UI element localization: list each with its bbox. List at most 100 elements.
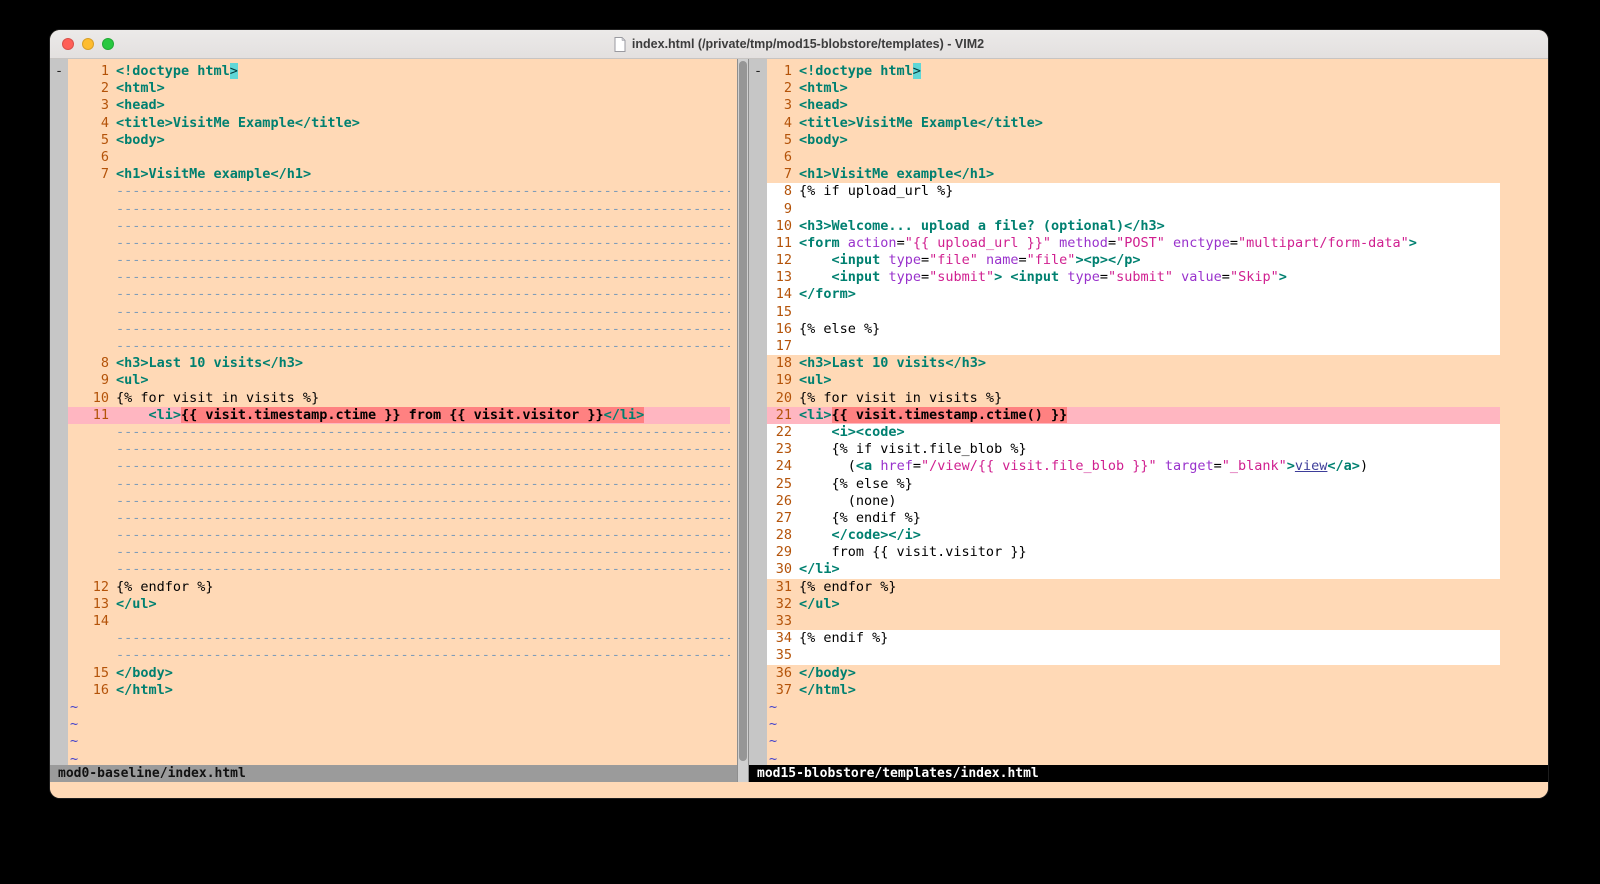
code-line[interactable]: 3<head> — [767, 97, 1500, 114]
token: </body> — [799, 665, 856, 681]
code-line[interactable]: 31{% endfor %} — [767, 579, 1500, 596]
code-line[interactable]: 17 — [767, 338, 1500, 355]
line-text: <body> — [799, 132, 1500, 149]
code-line[interactable]: 13 <input type="submit"> <input type="su… — [767, 269, 1500, 286]
code-line[interactable]: 34{% endif %} — [767, 630, 1500, 647]
token: </ul> — [116, 596, 157, 612]
token: name — [986, 252, 1019, 268]
buffer-left[interactable]: - 1<!doctype html>2<html>3<head>4<title>… — [50, 59, 737, 765]
vertical-scrollbar[interactable] — [737, 59, 749, 782]
line-number — [68, 510, 116, 527]
code-line[interactable]: 11 <li>{{ visit.timestamp.ctime }} from … — [68, 407, 730, 424]
code-line[interactable]: 22 <i><code> — [767, 424, 1500, 441]
code-line[interactable]: 5<body> — [767, 132, 1500, 149]
code-line[interactable]: 14</form> — [767, 286, 1500, 303]
diff-filler-line: ----------------------------------------… — [68, 527, 730, 544]
line-number — [68, 218, 116, 235]
token: Last 10 visits — [149, 355, 263, 371]
code-line[interactable]: 24 (<a href="/view/{{ visit.file_blob }}… — [767, 458, 1500, 475]
token: > — [913, 63, 921, 79]
filler-dashes: ----------------------------------------… — [116, 493, 730, 510]
tilde-marker: ~ — [767, 733, 777, 750]
code-line[interactable]: 1<!doctype html> — [68, 63, 730, 80]
diff-filler-line: ----------------------------------------… — [68, 183, 730, 200]
code-line[interactable]: 7<h1>VisitMe example</h1> — [767, 166, 1500, 183]
code-line[interactable]: 32</ul> — [767, 596, 1500, 613]
code-line[interactable]: 2<html> — [767, 80, 1500, 97]
code-line[interactable]: 36</body> — [767, 665, 1500, 682]
code-line[interactable]: 6 — [68, 149, 730, 166]
code-line[interactable]: 1<!doctype html> — [767, 63, 1500, 80]
empty-buffer-line: ~ — [68, 751, 730, 766]
code-line[interactable]: 35 — [767, 647, 1500, 664]
line-number — [68, 321, 116, 338]
code-line[interactable]: 25 {% else %} — [767, 476, 1500, 493]
code-line[interactable]: 10{% for visit in visits %} — [68, 390, 730, 407]
code-line[interactable]: 8{% if upload_url %} — [767, 183, 1500, 200]
window-titlebar[interactable]: index.html (/private/tmp/mod15-blobstore… — [50, 30, 1548, 59]
code-line[interactable]: 16{% else %} — [767, 321, 1500, 338]
token: </a> — [1327, 458, 1360, 474]
line-number — [68, 647, 116, 664]
code-line[interactable]: 20{% for visit in visits %} — [767, 390, 1500, 407]
code-line[interactable]: 9 — [767, 201, 1500, 218]
token: <form — [799, 235, 840, 251]
code-line[interactable]: 2<html> — [68, 80, 730, 97]
code-line[interactable]: 26 (none) — [767, 493, 1500, 510]
code-line[interactable]: 10<h3>Welcome... upload a file? (optiona… — [767, 218, 1500, 235]
fold-column-left[interactable]: - — [50, 59, 68, 765]
line-number: 34 — [767, 630, 799, 647]
code-line[interactable]: 6 — [767, 149, 1500, 166]
code-line[interactable]: 29 from {{ visit.visitor }} — [767, 544, 1500, 561]
code-line[interactable]: 18<h3>Last 10 visits</h3> — [767, 355, 1500, 372]
line-number — [68, 561, 116, 578]
code-line[interactable]: 15 — [767, 304, 1500, 321]
code-line[interactable]: 30</li> — [767, 561, 1500, 578]
line-text: <h1>VisitMe example</h1> — [116, 166, 730, 183]
filler-dashes: ----------------------------------------… — [116, 510, 730, 527]
code-line[interactable]: 11<form action="{{ upload_url }}" method… — [767, 235, 1500, 252]
line-number: 4 — [68, 115, 116, 132]
code-line[interactable]: 27 {% endif %} — [767, 510, 1500, 527]
fold-column-right[interactable]: - — [749, 59, 767, 765]
diff-filler-line: ----------------------------------------… — [68, 493, 730, 510]
code-line[interactable]: 21<li>{{ visit.timestamp.ctime() }} — [767, 407, 1500, 424]
code-line[interactable]: 14 — [68, 613, 730, 630]
code-line[interactable]: 37</html> — [767, 682, 1500, 699]
close-button[interactable] — [62, 38, 74, 50]
diff-filler-line: ----------------------------------------… — [68, 544, 730, 561]
code-line[interactable]: 12 <input type="file" name="file"><p></p… — [767, 252, 1500, 269]
buffer-right[interactable]: - 1<!doctype html>2<html>3<head>4<title>… — [749, 59, 1548, 765]
token: ><p></p> — [1075, 252, 1140, 268]
code-line[interactable]: 33 — [767, 613, 1500, 630]
code-line[interactable]: 9<ul> — [68, 372, 730, 389]
line-number: 35 — [767, 647, 799, 664]
code-line[interactable]: 12{% endfor %} — [68, 579, 730, 596]
line-text: <ul> — [799, 372, 1500, 389]
zoom-button[interactable] — [102, 38, 114, 50]
scrollbar-thumb[interactable] — [739, 61, 747, 761]
code-line[interactable]: 8<h3>Last 10 visits</h3> — [68, 355, 730, 372]
text-area-left[interactable]: 1<!doctype html>2<html>3<head>4<title>Vi… — [68, 59, 737, 765]
code-line[interactable]: 28 </code></i> — [767, 527, 1500, 544]
code-line[interactable]: 3<head> — [68, 97, 730, 114]
code-line[interactable]: 13</ul> — [68, 596, 730, 613]
code-line[interactable]: 19<ul> — [767, 372, 1500, 389]
text-area-right[interactable]: 1<!doctype html>2<html>3<head>4<title>Vi… — [767, 59, 1548, 765]
code-line[interactable]: 4<title>VisitMe Example</title> — [767, 115, 1500, 132]
code-line[interactable]: 7<h1>VisitMe example</h1> — [68, 166, 730, 183]
empty-buffer-line: ~ — [767, 699, 1500, 716]
token: <input — [832, 252, 881, 268]
token: <ul> — [116, 372, 149, 388]
line-number — [68, 201, 116, 218]
tilde-marker: ~ — [767, 699, 777, 716]
code-line[interactable]: 15</body> — [68, 665, 730, 682]
code-line[interactable]: 23 {% if visit.file_blob %} — [767, 441, 1500, 458]
code-line[interactable]: 4<title>VisitMe Example</title> — [68, 115, 730, 132]
code-line[interactable]: 16</html> — [68, 682, 730, 699]
token: VisitMe example — [149, 166, 271, 182]
diff-filler-line: ----------------------------------------… — [68, 441, 730, 458]
minimize-button[interactable] — [82, 38, 94, 50]
code-line[interactable]: 5<body> — [68, 132, 730, 149]
token: </title> — [295, 115, 360, 131]
